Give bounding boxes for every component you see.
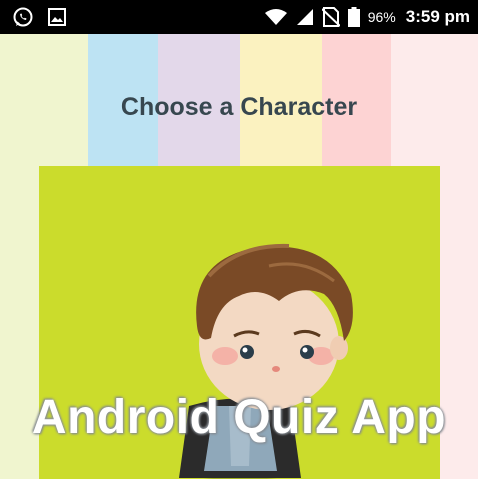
no-sim-icon — [321, 7, 340, 27]
status-right: 96% 3:59 pm — [256, 7, 470, 27]
whatsapp-icon — [12, 6, 34, 28]
signal-icon — [296, 8, 314, 26]
status-bar: 96% 3:59 pm — [0, 0, 478, 34]
page-title: Choose a Character — [120, 93, 358, 121]
clock: 3:59 pm — [405, 7, 470, 26]
gallery-icon — [48, 8, 66, 26]
wifi-icon — [264, 8, 288, 26]
battery-icon — [347, 7, 360, 27]
battery-percent: 96% — [367, 9, 396, 25]
status-left — [12, 6, 80, 28]
app-title-overlay: Android Quiz App — [31, 391, 447, 444]
